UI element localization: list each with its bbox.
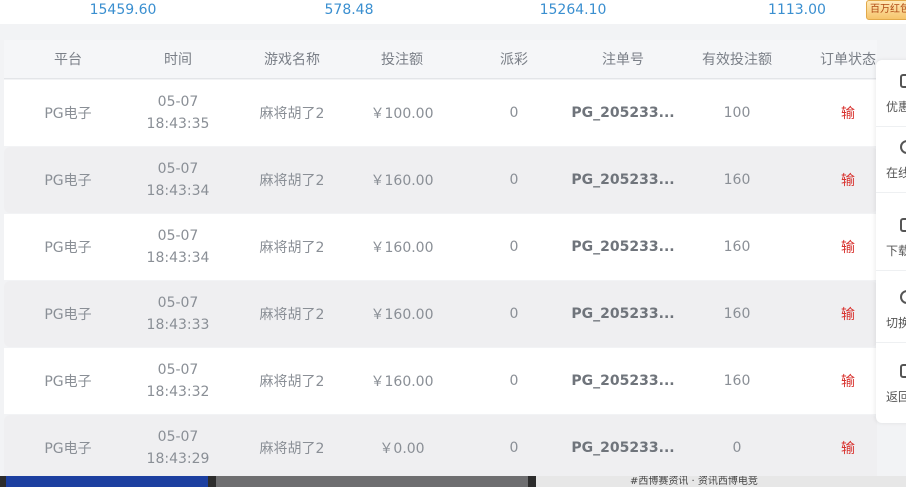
phone-icon [900,218,906,232]
cell-payout: 0 [509,172,519,188]
header-order-no: 注单号 [602,52,644,68]
cell-platform: PG电子 [44,240,92,256]
summary-valid-bet: 15264.10 [539,2,607,18]
cell-time: 05-07 18:43:35 [122,80,234,146]
switch-icon [900,290,906,304]
cell-valid-bet: 160 [723,172,751,188]
cell-order-no[interactable]: PG_205233... [570,348,676,414]
cell-date: 05-07 [157,228,199,244]
cell-date: 05-07 [157,362,199,378]
chat-icon [900,140,906,154]
red-packet-badge[interactable]: 百万红包 [866,0,906,20]
cell-payout: 0 [509,239,519,255]
cell-platform: PG电子 [44,173,92,189]
cell-game: 麻将胡了2 [259,374,325,390]
cell-clock: 18:43:34 [146,183,210,199]
cell-valid-bet: 160 [723,239,751,255]
table-row[interactable]: PG电子 05-07 18:43:29 麻将胡了2 ￥0.00 0 PG_205… [4,415,877,481]
header-bet-amount: 投注额 [381,52,423,68]
side-item-label: 在线 [886,166,906,180]
side-item-online[interactable]: 在线 [876,126,906,193]
cell-order-no[interactable]: PG_205233... [570,415,676,481]
cell-clock: 18:43:29 [146,451,210,467]
cell-time: 05-07 18:43:33 [122,281,234,347]
side-item-label: 下载 [886,244,906,258]
table-row[interactable]: PG电子 05-07 18:43:34 麻将胡了2 ￥160.00 0 PG_2… [4,214,877,280]
cell-valid-bet: 0 [732,440,742,456]
table-row[interactable]: PG电子 05-07 18:43:34 麻将胡了2 ￥160.00 0 PG_2… [4,147,877,213]
cell-valid-bet: 160 [723,306,751,322]
cell-platform: PG电子 [44,106,92,122]
cell-game: 麻将胡了2 [259,441,325,457]
table-header: 平台 时间 游戏名称 投注额 派彩 注单号 有效投注额 订单状态 [4,40,877,79]
cell-payout: 0 [509,306,519,322]
gift-icon [900,74,906,88]
cell-payout: 0 [509,105,519,121]
cell-date: 05-07 [157,295,199,311]
background-image [216,476,528,487]
cell-game: 麻将胡了2 [259,106,325,122]
cell-valid-bet: 100 [723,105,751,121]
cell-game: 麻将胡了2 [259,173,325,189]
bet-records-table: 平台 时间 游戏名称 投注额 派彩 注单号 有效投注额 订单状态 PG电子 05… [4,40,877,481]
header-valid-bet: 有效投注额 [702,52,772,68]
cell-bet: ￥0.00 [379,441,425,457]
side-item-download[interactable]: 下载 [876,204,906,271]
cell-valid-bet: 160 [723,373,751,389]
cell-platform: PG电子 [44,441,92,457]
table-row[interactable]: PG电子 05-07 18:43:33 麻将胡了2 ￥160.00 0 PG_2… [4,281,877,347]
cell-time: 05-07 18:43:32 [122,348,234,414]
cell-date: 05-07 [157,429,199,445]
cell-status: 输 [841,441,855,457]
cell-payout: 0 [509,440,519,456]
cell-platform: PG电子 [44,374,92,390]
cell-date: 05-07 [157,161,199,177]
cell-time: 05-07 18:43:29 [122,415,234,481]
cell-order-no[interactable]: PG_205233... [570,80,676,146]
cell-game: 麻将胡了2 [259,307,325,323]
background-banner [6,476,208,487]
summary-bar: 15459.60 578.48 15264.10 1113.00 百万红包 [0,0,906,24]
table-row[interactable]: PG电子 05-07 18:43:35 麻将胡了2 ￥100.00 0 PG_2… [4,80,877,146]
cell-order-no[interactable]: PG_205233... [570,281,676,347]
cell-clock: 18:43:32 [146,384,210,400]
cell-bet: ￥160.00 [370,240,434,256]
page: 15459.60 578.48 15264.10 1113.00 百万红包 平台… [0,0,906,487]
summary-total-bet: 15459.60 [89,2,157,18]
side-item-switch[interactable]: 切换 [876,276,906,343]
background-page-strip: #西博赛资讯 · 资讯西博电竞 [0,476,906,487]
side-item-label: 优惠 [886,100,906,114]
side-item-back[interactable]: 返回 [876,350,906,416]
cell-bet: ￥160.00 [370,173,434,189]
back-top-icon [900,364,906,378]
header-payout: 派彩 [500,52,528,68]
cell-date: 05-07 [157,94,199,110]
cell-bet: ￥100.00 [370,106,434,122]
cell-time: 05-07 18:43:34 [122,214,234,280]
cell-payout: 0 [509,373,519,389]
cell-platform: PG电子 [44,307,92,323]
side-item-label: 返回 [886,390,906,404]
cell-order-no[interactable]: PG_205233... [570,214,676,280]
summary-profit: 1113.00 [768,2,826,18]
cell-clock: 18:43:34 [146,250,210,266]
cell-order-no[interactable]: PG_205233... [570,147,676,213]
cell-bet: ￥160.00 [370,307,434,323]
header-game-name: 游戏名称 [264,52,320,68]
cell-clock: 18:43:33 [146,317,210,333]
side-item-label: 切换 [886,316,906,330]
table-row[interactable]: PG电子 05-07 18:43:32 麻将胡了2 ￥160.00 0 PG_2… [4,348,877,414]
cell-game: 麻将胡了2 [259,240,325,256]
header-platform: 平台 [54,52,82,68]
cell-bet: ￥160.00 [370,374,434,390]
background-news-text: #西博赛资讯 · 资讯西博电竞 [536,476,906,487]
cell-time: 05-07 18:43:34 [122,147,234,213]
side-item-promo[interactable]: 优惠 [876,60,906,127]
side-float-panel: 优惠 在线 下载 切换 返回 [876,60,906,423]
summary-payout: 578.48 [324,2,374,18]
header-time: 时间 [164,52,192,68]
cell-clock: 18:43:35 [146,116,210,132]
